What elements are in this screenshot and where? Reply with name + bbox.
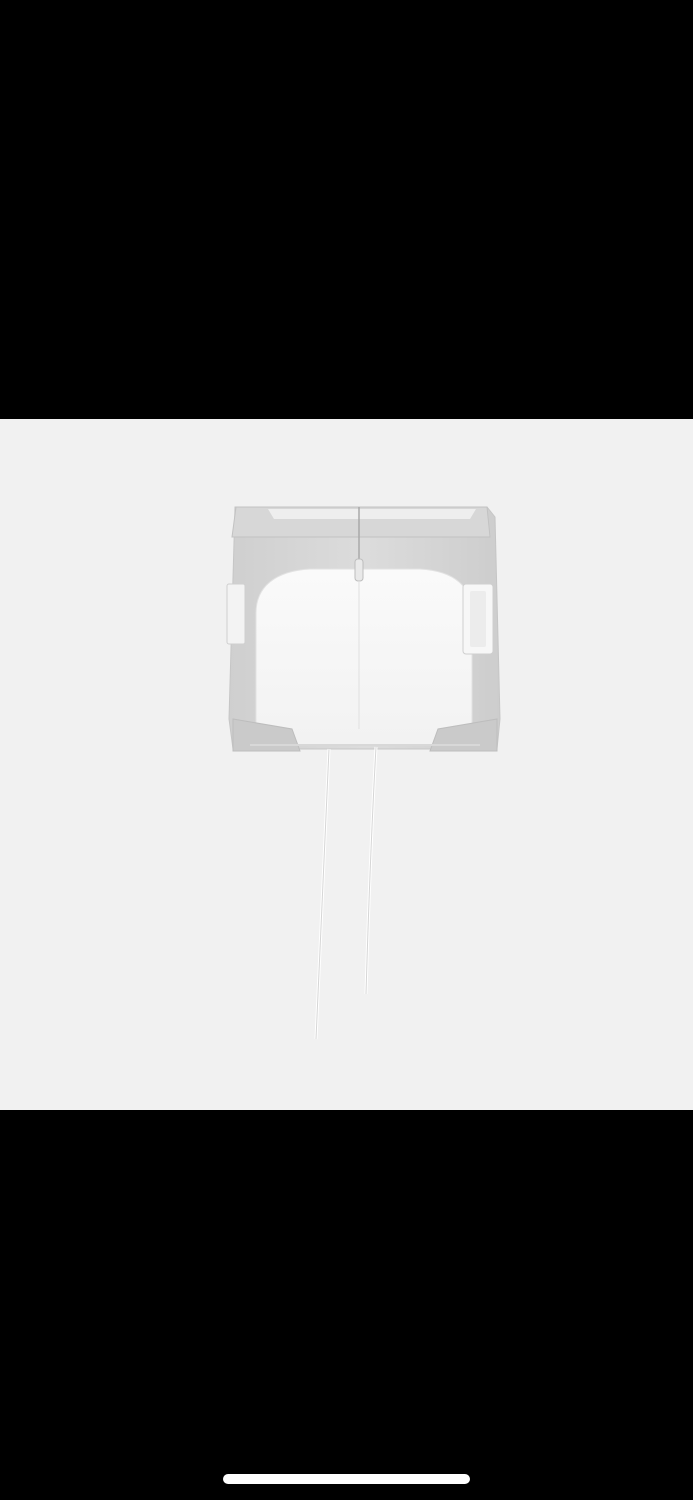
bottom-letterbox bbox=[0, 1110, 693, 1500]
skirt-center-panel bbox=[255, 568, 473, 746]
left-side-pocket bbox=[226, 583, 246, 645]
top-letterbox bbox=[0, 0, 693, 419]
right-side-pocket bbox=[462, 583, 494, 655]
drawstrings bbox=[314, 746, 378, 1040]
mini-skirt-image bbox=[226, 506, 501, 1040]
home-indicator[interactable] bbox=[223, 1474, 470, 1484]
product-photo[interactable] bbox=[0, 419, 693, 1110]
